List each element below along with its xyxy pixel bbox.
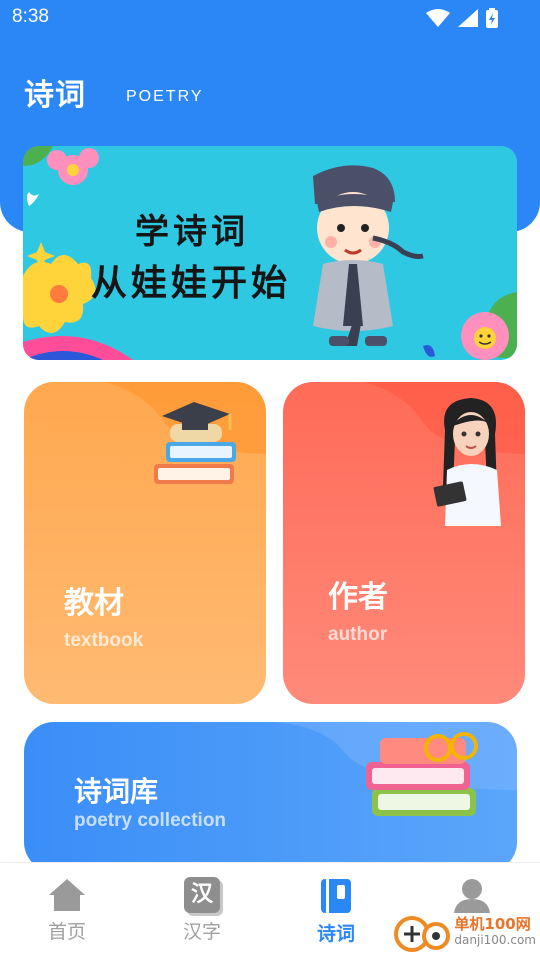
scholar-child-illustration: [313, 165, 424, 346]
site-watermark: 单机100网 danji100.com: [394, 912, 536, 952]
author-subtitle: author: [328, 624, 388, 645]
banner-decorations: [23, 146, 517, 360]
watermark-brand: 单机100网: [454, 915, 531, 933]
nav-label-home: 首页: [47, 921, 86, 943]
page-subtitle: POETRY: [126, 88, 204, 105]
wifi-icon: [426, 9, 450, 27]
status-icons: [426, 8, 498, 28]
nav-item-profile[interactable]: [432, 877, 512, 915]
han-character-icon-text: 汉: [190, 882, 213, 907]
home-icon: [49, 879, 85, 911]
nav-item-poetry[interactable]: 诗词: [296, 877, 376, 946]
nav-item-characters[interactable]: 汉 汉字: [162, 877, 242, 944]
female-author-illustration: [433, 398, 501, 526]
han-character-icon: 汉: [184, 877, 220, 913]
textbook-card[interactable]: 教材 textbook: [24, 382, 266, 704]
books-with-graduation-cap-illustration: [154, 402, 236, 484]
page-title: 诗词: [24, 78, 86, 113]
poetry-collection-card[interactable]: 诗词库 poetry collection: [24, 722, 517, 872]
cellular-signal-icon: [458, 9, 478, 27]
banner-slogan-line2: 从娃娃开始: [91, 262, 292, 304]
author-title: 作者: [328, 580, 388, 615]
nav-label-characters: 汉字: [182, 921, 221, 943]
promo-banner[interactable]: 学诗词 从娃娃开始: [23, 146, 517, 360]
collection-subtitle: poetry collection: [74, 810, 227, 831]
status-time: 8:38: [12, 6, 49, 27]
battery-icon: [486, 8, 498, 28]
books-with-glasses-illustration: [366, 732, 478, 816]
watermark-url: danji100.com: [454, 933, 536, 947]
nav-item-home[interactable]: 首页: [27, 877, 107, 944]
danji100-logo-icon: [394, 916, 451, 952]
status-bar: 8:38: [0, 0, 540, 36]
textbook-title: 教材: [64, 586, 124, 621]
nav-label-poetry: 诗词: [316, 923, 355, 945]
poetry-book-icon: [321, 879, 351, 913]
banner-slogan-line1: 学诗词: [135, 212, 249, 252]
textbook-subtitle: textbook: [64, 630, 144, 651]
author-card[interactable]: 作者 author: [283, 382, 525, 704]
collection-title: 诗词库: [74, 775, 159, 808]
profile-icon: [454, 879, 490, 913]
